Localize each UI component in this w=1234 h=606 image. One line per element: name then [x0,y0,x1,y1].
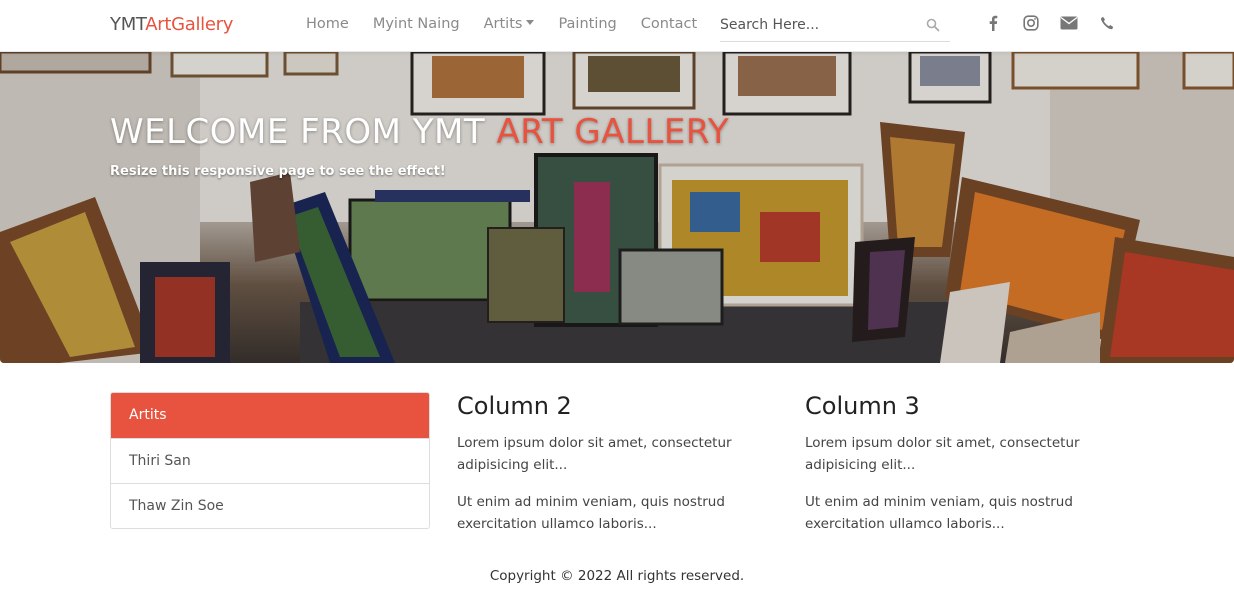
facebook-icon[interactable] [984,14,1002,32]
social-links [984,14,1116,32]
search-bar [720,12,950,42]
artist-list: Artits Thiri San Thaw Zin Soe [110,392,430,529]
column-3: Column 3 Lorem ipsum dolor sit amet, con… [805,392,1105,550]
nav-item-artits-dropdown[interactable]: Artits [484,16,535,32]
brand-logo[interactable]: YMTArtGallery [110,14,233,35]
brand-part-1: YMT [110,14,146,35]
hero-subtitle: Resize this responsive page to see the e… [110,164,446,179]
column-2-paragraph-1: Lorem ipsum dolor sit amet, consectetur … [457,435,732,473]
column-2: Column 2 Lorem ipsum dolor sit amet, con… [457,392,757,550]
nav-item-myint-naing[interactable]: Myint Naing [373,16,460,32]
navbar: YMTArtGallery Home Myint Naing Artits Pa… [0,0,1234,52]
gallery-background-image [0,52,1234,363]
envelope-icon[interactable] [1060,14,1078,32]
footer-copyright: Copyright © 2022 All rights reserved. [489,568,745,584]
search-icon[interactable] [926,18,940,32]
caret-down-icon [526,20,535,25]
nav-item-artits-label: Artits [483,16,523,32]
column-3-title: Column 3 [805,392,920,420]
brand-part-2: ArtGallery [145,14,234,35]
nav-item-home[interactable]: Home [306,16,349,32]
nav-item-painting[interactable]: Painting [558,16,616,32]
column-3-paragraph-2: Ut enim ad minim veniam, quis nostrud ex… [805,494,1073,532]
hero-title-accent: ART GALLERY [496,112,730,152]
list-item-thiri-san[interactable]: Thiri San [111,438,429,483]
search-input[interactable] [720,12,920,38]
column-2-paragraph-2: Ut enim ad minim veniam, quis nostrud ex… [457,494,725,532]
hero-title-main: WELCOME FROM YMT [110,112,497,152]
column-3-paragraph-1: Lorem ipsum dolor sit amet, consectetur … [805,435,1080,473]
hero-title: WELCOME FROM YMT ART GALLERY [110,112,729,152]
instagram-icon[interactable] [1022,14,1040,32]
nav-item-contact[interactable]: Contact [641,16,697,32]
list-item-thaw-zin-soe[interactable]: Thaw Zin Soe [111,483,429,528]
hero-banner: WELCOME FROM YMT ART GALLERY Resize this… [0,52,1234,363]
column-2-title: Column 2 [457,392,572,420]
main-nav: Home Myint Naing Artits Painting Contact [306,16,697,32]
list-item-artits[interactable]: Artits [111,393,429,438]
phone-icon[interactable] [1098,14,1116,32]
